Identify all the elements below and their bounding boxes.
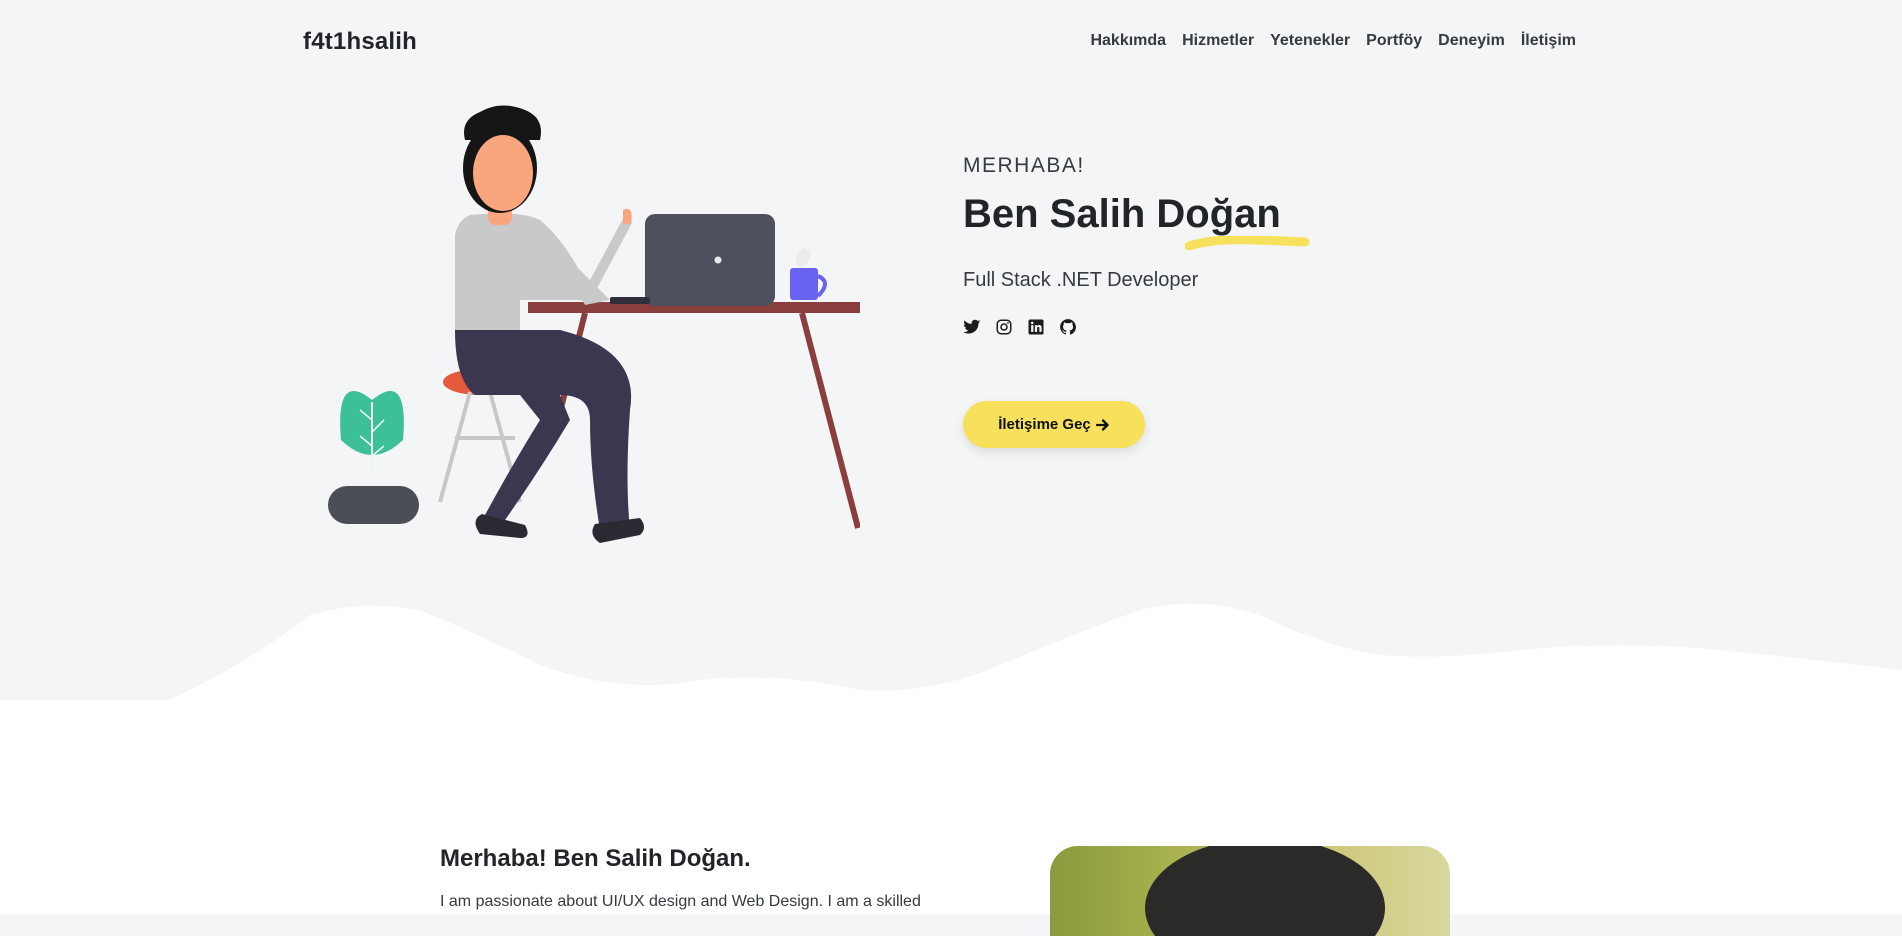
about-text: I am passionate about UI/UX design and W… bbox=[440, 893, 921, 910]
linkedin-icon[interactable] bbox=[1027, 318, 1045, 336]
nav-link-yetenekler[interactable]: Yetenekler bbox=[1270, 32, 1350, 50]
about-title: Merhaba! Ben Salih Doğan. bbox=[440, 845, 751, 872]
instagram-icon[interactable] bbox=[995, 318, 1013, 336]
hero-greeting: MERHABA! bbox=[963, 154, 1085, 177]
plant-illustration bbox=[328, 391, 419, 524]
nav-link-iletisim[interactable]: İletişim bbox=[1521, 32, 1576, 50]
hero-name: Ben Salih Doğan bbox=[963, 192, 1281, 236]
brand-logo[interactable]: f4t1hsalih bbox=[303, 28, 417, 56]
hero-role: Full Stack .NET Developer bbox=[963, 269, 1199, 291]
about-section: Merhaba! Ben Salih Doğan. I am passionat… bbox=[0, 700, 1902, 936]
hero-section: MERHABA! Ben Salih Doğan Full Stack .NET… bbox=[963, 154, 1310, 448]
nav-links: Hakkımda Hizmetler Yetenekler Portföy De… bbox=[1090, 32, 1576, 50]
hero-illustration bbox=[328, 105, 860, 543]
twitter-icon[interactable] bbox=[963, 318, 981, 336]
name-underline-decoration bbox=[1185, 236, 1310, 250]
contact-cta-button[interactable]: İletişime Geç bbox=[963, 401, 1145, 448]
cta-label: İletişime Geç bbox=[998, 416, 1091, 433]
navbar: f4t1hsalih Hakkımda Hizmetler Yetenekler… bbox=[0, 0, 1902, 86]
laptop-illustration bbox=[610, 214, 775, 306]
github-icon[interactable] bbox=[1059, 318, 1077, 336]
nav-link-hakkimda[interactable]: Hakkımda bbox=[1090, 32, 1166, 50]
profile-photo-head bbox=[1145, 846, 1385, 936]
profile-photo bbox=[1050, 846, 1450, 936]
nav-link-hizmetler[interactable]: Hizmetler bbox=[1182, 32, 1254, 50]
person-illustration bbox=[455, 105, 644, 543]
nav-link-deneyim[interactable]: Deneyim bbox=[1438, 32, 1505, 50]
nav-link-portfoy[interactable]: Portföy bbox=[1366, 32, 1422, 50]
mug-illustration bbox=[790, 248, 827, 300]
arrow-right-icon bbox=[1095, 418, 1109, 431]
wave-divider bbox=[0, 603, 1902, 710]
hero-name-container: Ben Salih Doğan bbox=[963, 192, 1310, 250]
social-links bbox=[963, 318, 1281, 336]
